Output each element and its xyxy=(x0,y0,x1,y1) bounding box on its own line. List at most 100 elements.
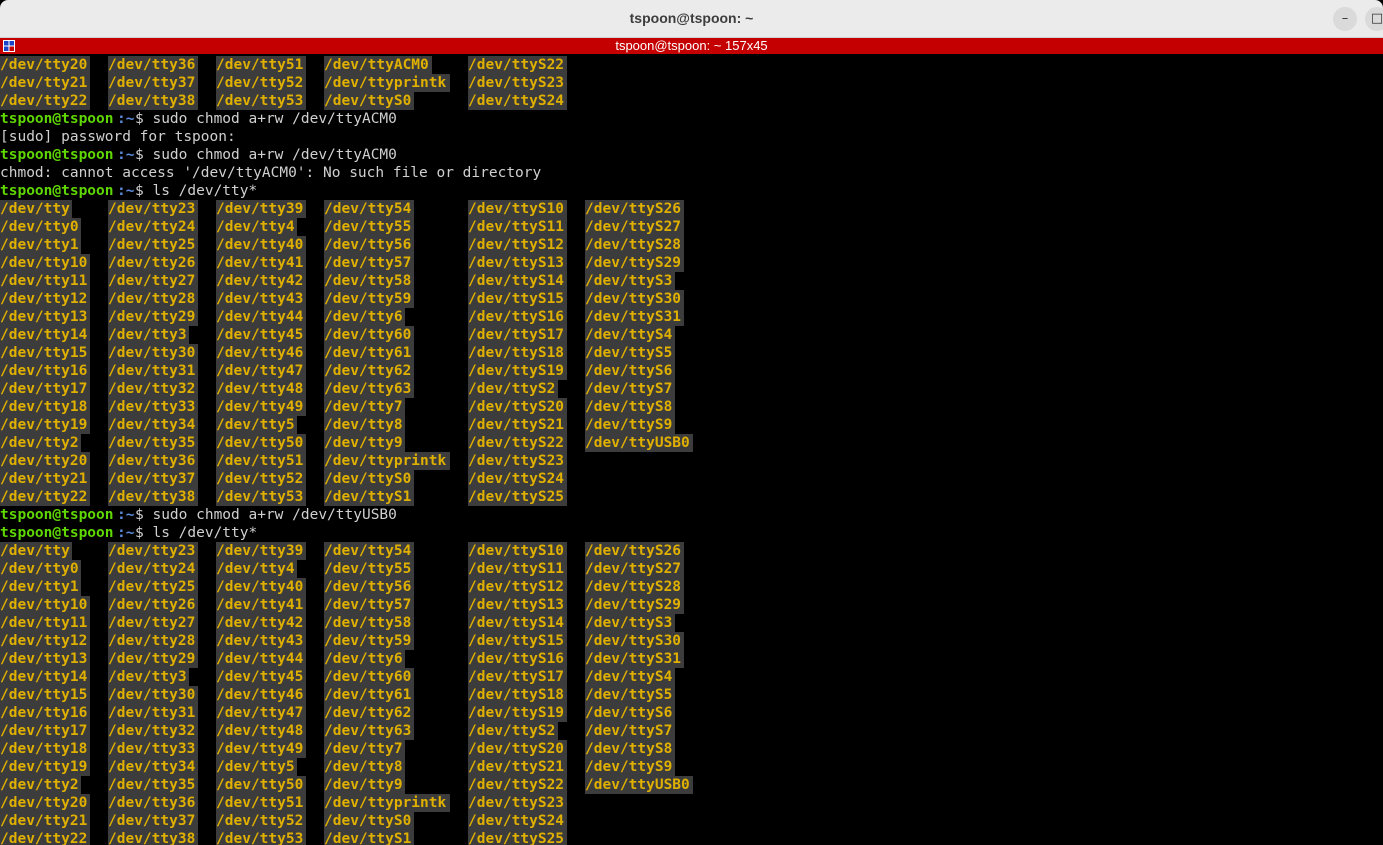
device-entry: /dev/tty48 xyxy=(216,722,306,740)
device-entry: /dev/tty22 xyxy=(0,92,90,110)
device-entry: /dev/ttyS6 xyxy=(585,704,675,722)
device-entry: /dev/tty xyxy=(0,200,72,218)
device-entry: /dev/ttyS15 xyxy=(468,290,567,308)
device-entry: /dev/tty55 xyxy=(324,218,414,236)
device-entry: /dev/tty51 xyxy=(216,794,306,812)
device-entry: /dev/tty23 xyxy=(108,542,198,560)
device-entry: /dev/ttyS23 xyxy=(468,794,567,812)
terminal-line: /dev/tty21/dev/tty37/dev/tty52/dev/ttyS0… xyxy=(0,812,1383,830)
device-entry: /dev/tty10 xyxy=(0,596,90,614)
device-entry: /dev/tty26 xyxy=(108,254,198,272)
minimize-button[interactable]: – xyxy=(1333,7,1357,31)
device-entry: /dev/ttyS25 xyxy=(468,830,567,845)
device-entry: /dev/tty42 xyxy=(216,272,306,290)
device-entry: /dev/ttyS14 xyxy=(468,614,567,632)
device-entry: /dev/ttyS21 xyxy=(468,416,567,434)
terminal-line: /dev/tty21/dev/tty37/dev/tty52/dev/ttyS0… xyxy=(0,470,1383,488)
terminal-line: /dev/tty15/dev/tty30/dev/tty46/dev/tty61… xyxy=(0,686,1383,704)
device-entry: /dev/ttyS28 xyxy=(585,236,684,254)
device-entry: /dev/ttyS22 xyxy=(468,434,567,452)
device-entry: /dev/ttyS0 xyxy=(324,470,414,488)
device-entry: /dev/tty60 xyxy=(324,668,414,686)
device-entry: /dev/ttyS12 xyxy=(468,236,567,254)
device-entry: /dev/tty21 xyxy=(0,812,90,830)
device-entry: /dev/ttyS3 xyxy=(585,614,675,632)
device-entry: /dev/tty xyxy=(0,542,72,560)
terminal-line: /dev/tty/dev/tty23/dev/tty39/dev/tty54/d… xyxy=(0,200,1383,218)
device-entry: /dev/ttyS15 xyxy=(468,632,567,650)
device-entry: /dev/tty53 xyxy=(216,488,306,506)
device-entry: /dev/ttyS11 xyxy=(468,218,567,236)
device-entry: /dev/tty33 xyxy=(108,398,198,416)
device-entry: /dev/tty12 xyxy=(0,290,90,308)
device-entry: /dev/tty15 xyxy=(0,344,90,362)
device-entry: /dev/tty22 xyxy=(0,488,90,506)
device-entry: /dev/tty0 xyxy=(0,560,81,578)
device-entry: /dev/tty54 xyxy=(324,200,414,218)
device-entry: /dev/ttyS14 xyxy=(468,272,567,290)
device-entry: /dev/tty27 xyxy=(108,272,198,290)
device-entry: /dev/tty31 xyxy=(108,362,198,380)
device-entry: /dev/tty41 xyxy=(216,596,306,614)
device-entry: /dev/tty6 xyxy=(324,650,405,668)
device-entry: /dev/tty34 xyxy=(108,416,198,434)
terminal-line: /dev/tty21/dev/tty37/dev/tty52/dev/ttypr… xyxy=(0,74,1383,92)
device-entry: /dev/tty34 xyxy=(108,758,198,776)
device-entry: /dev/tty4 xyxy=(216,218,297,236)
device-entry: /dev/tty26 xyxy=(108,596,198,614)
device-entry: /dev/tty49 xyxy=(216,398,306,416)
device-entry: /dev/tty38 xyxy=(108,830,198,845)
device-entry: /dev/tty46 xyxy=(216,686,306,704)
terminal-tab-title: tspoon@tspoon: ~ 157x45 xyxy=(615,38,768,53)
device-entry: /dev/ttyS16 xyxy=(468,308,567,326)
device-entry: /dev/ttyS7 xyxy=(585,380,675,398)
terminal-output[interactable]: /dev/tty20/dev/tty36/dev/tty51/dev/ttyAC… xyxy=(0,56,1383,845)
device-entry: /dev/ttyS26 xyxy=(585,200,684,218)
device-entry: /dev/ttyS2 xyxy=(468,722,558,740)
device-entry: /dev/tty49 xyxy=(216,740,306,758)
window-titlebar[interactable]: tspoon@tspoon: ~ – □ xyxy=(0,0,1383,38)
terminal-line: [sudo] password for tspoon: xyxy=(0,128,1383,146)
device-entry: /dev/ttyS4 xyxy=(585,326,675,344)
device-entry: /dev/ttyS18 xyxy=(468,686,567,704)
device-entry: /dev/tty24 xyxy=(108,218,198,236)
device-entry: /dev/tty44 xyxy=(216,308,306,326)
device-entry: /dev/tty41 xyxy=(216,254,306,272)
device-entry: /dev/tty20 xyxy=(0,56,90,74)
device-entry: /dev/tty59 xyxy=(324,290,414,308)
device-entry: /dev/ttyS6 xyxy=(585,362,675,380)
terminal-line: tspoon@tspoon:~ $ ls /dev/tty* xyxy=(0,182,1383,200)
device-entry: /dev/ttyS28 xyxy=(585,578,684,596)
device-entry: /dev/tty5 xyxy=(216,416,297,434)
device-entry: /dev/tty23 xyxy=(108,200,198,218)
terminal-line: /dev/tty19/dev/tty34/dev/tty5/dev/tty8/d… xyxy=(0,416,1383,434)
terminal-line: /dev/tty0/dev/tty24/dev/tty4/dev/tty55/d… xyxy=(0,560,1383,578)
device-entry: /dev/tty33 xyxy=(108,740,198,758)
device-entry: /dev/tty19 xyxy=(0,758,90,776)
terminal-line: /dev/tty19/dev/tty34/dev/tty5/dev/tty8/d… xyxy=(0,758,1383,776)
device-entry: /dev/ttyS3 xyxy=(585,272,675,290)
prompt-path: :~ xyxy=(117,147,135,163)
device-entry: /dev/ttyS11 xyxy=(468,560,567,578)
terminal-line: tspoon@tspoon:~ $ sudo chmod a+rw /dev/tt… xyxy=(0,506,1383,524)
terminal-line: /dev/tty11/dev/tty27/dev/tty42/dev/tty58… xyxy=(0,272,1383,290)
device-entry: /dev/tty21 xyxy=(0,470,90,488)
device-entry: /dev/ttyUSB0 xyxy=(585,776,693,794)
terminal-window: tspoon@tspoon: ~ – □ tspoon@tspoon: ~ 15… xyxy=(0,0,1383,845)
device-entry: /dev/tty32 xyxy=(108,380,198,398)
device-entry: /dev/tty52 xyxy=(216,470,306,488)
device-entry: /dev/tty8 xyxy=(324,416,405,434)
device-entry: /dev/ttyS20 xyxy=(468,398,567,416)
terminal-line: /dev/tty10/dev/tty26/dev/tty41/dev/tty57… xyxy=(0,254,1383,272)
command-text: $ sudo chmod a+rw /dev/ttyACM0 xyxy=(135,147,397,163)
maximize-button[interactable]: □ xyxy=(1365,7,1383,31)
device-entry: /dev/tty16 xyxy=(0,704,90,722)
device-entry: /dev/ttyS29 xyxy=(585,254,684,272)
device-entry: /dev/ttyprintk xyxy=(324,794,450,812)
terminal-line: /dev/tty/dev/tty23/dev/tty39/dev/tty54/d… xyxy=(0,542,1383,560)
device-entry: /dev/ttyS31 xyxy=(585,650,684,668)
device-entry: /dev/tty48 xyxy=(216,380,306,398)
prompt-user: tspoon@tspoon xyxy=(0,525,114,541)
device-entry: /dev/ttyS0 xyxy=(324,92,414,110)
device-entry: /dev/ttyS22 xyxy=(468,776,567,794)
